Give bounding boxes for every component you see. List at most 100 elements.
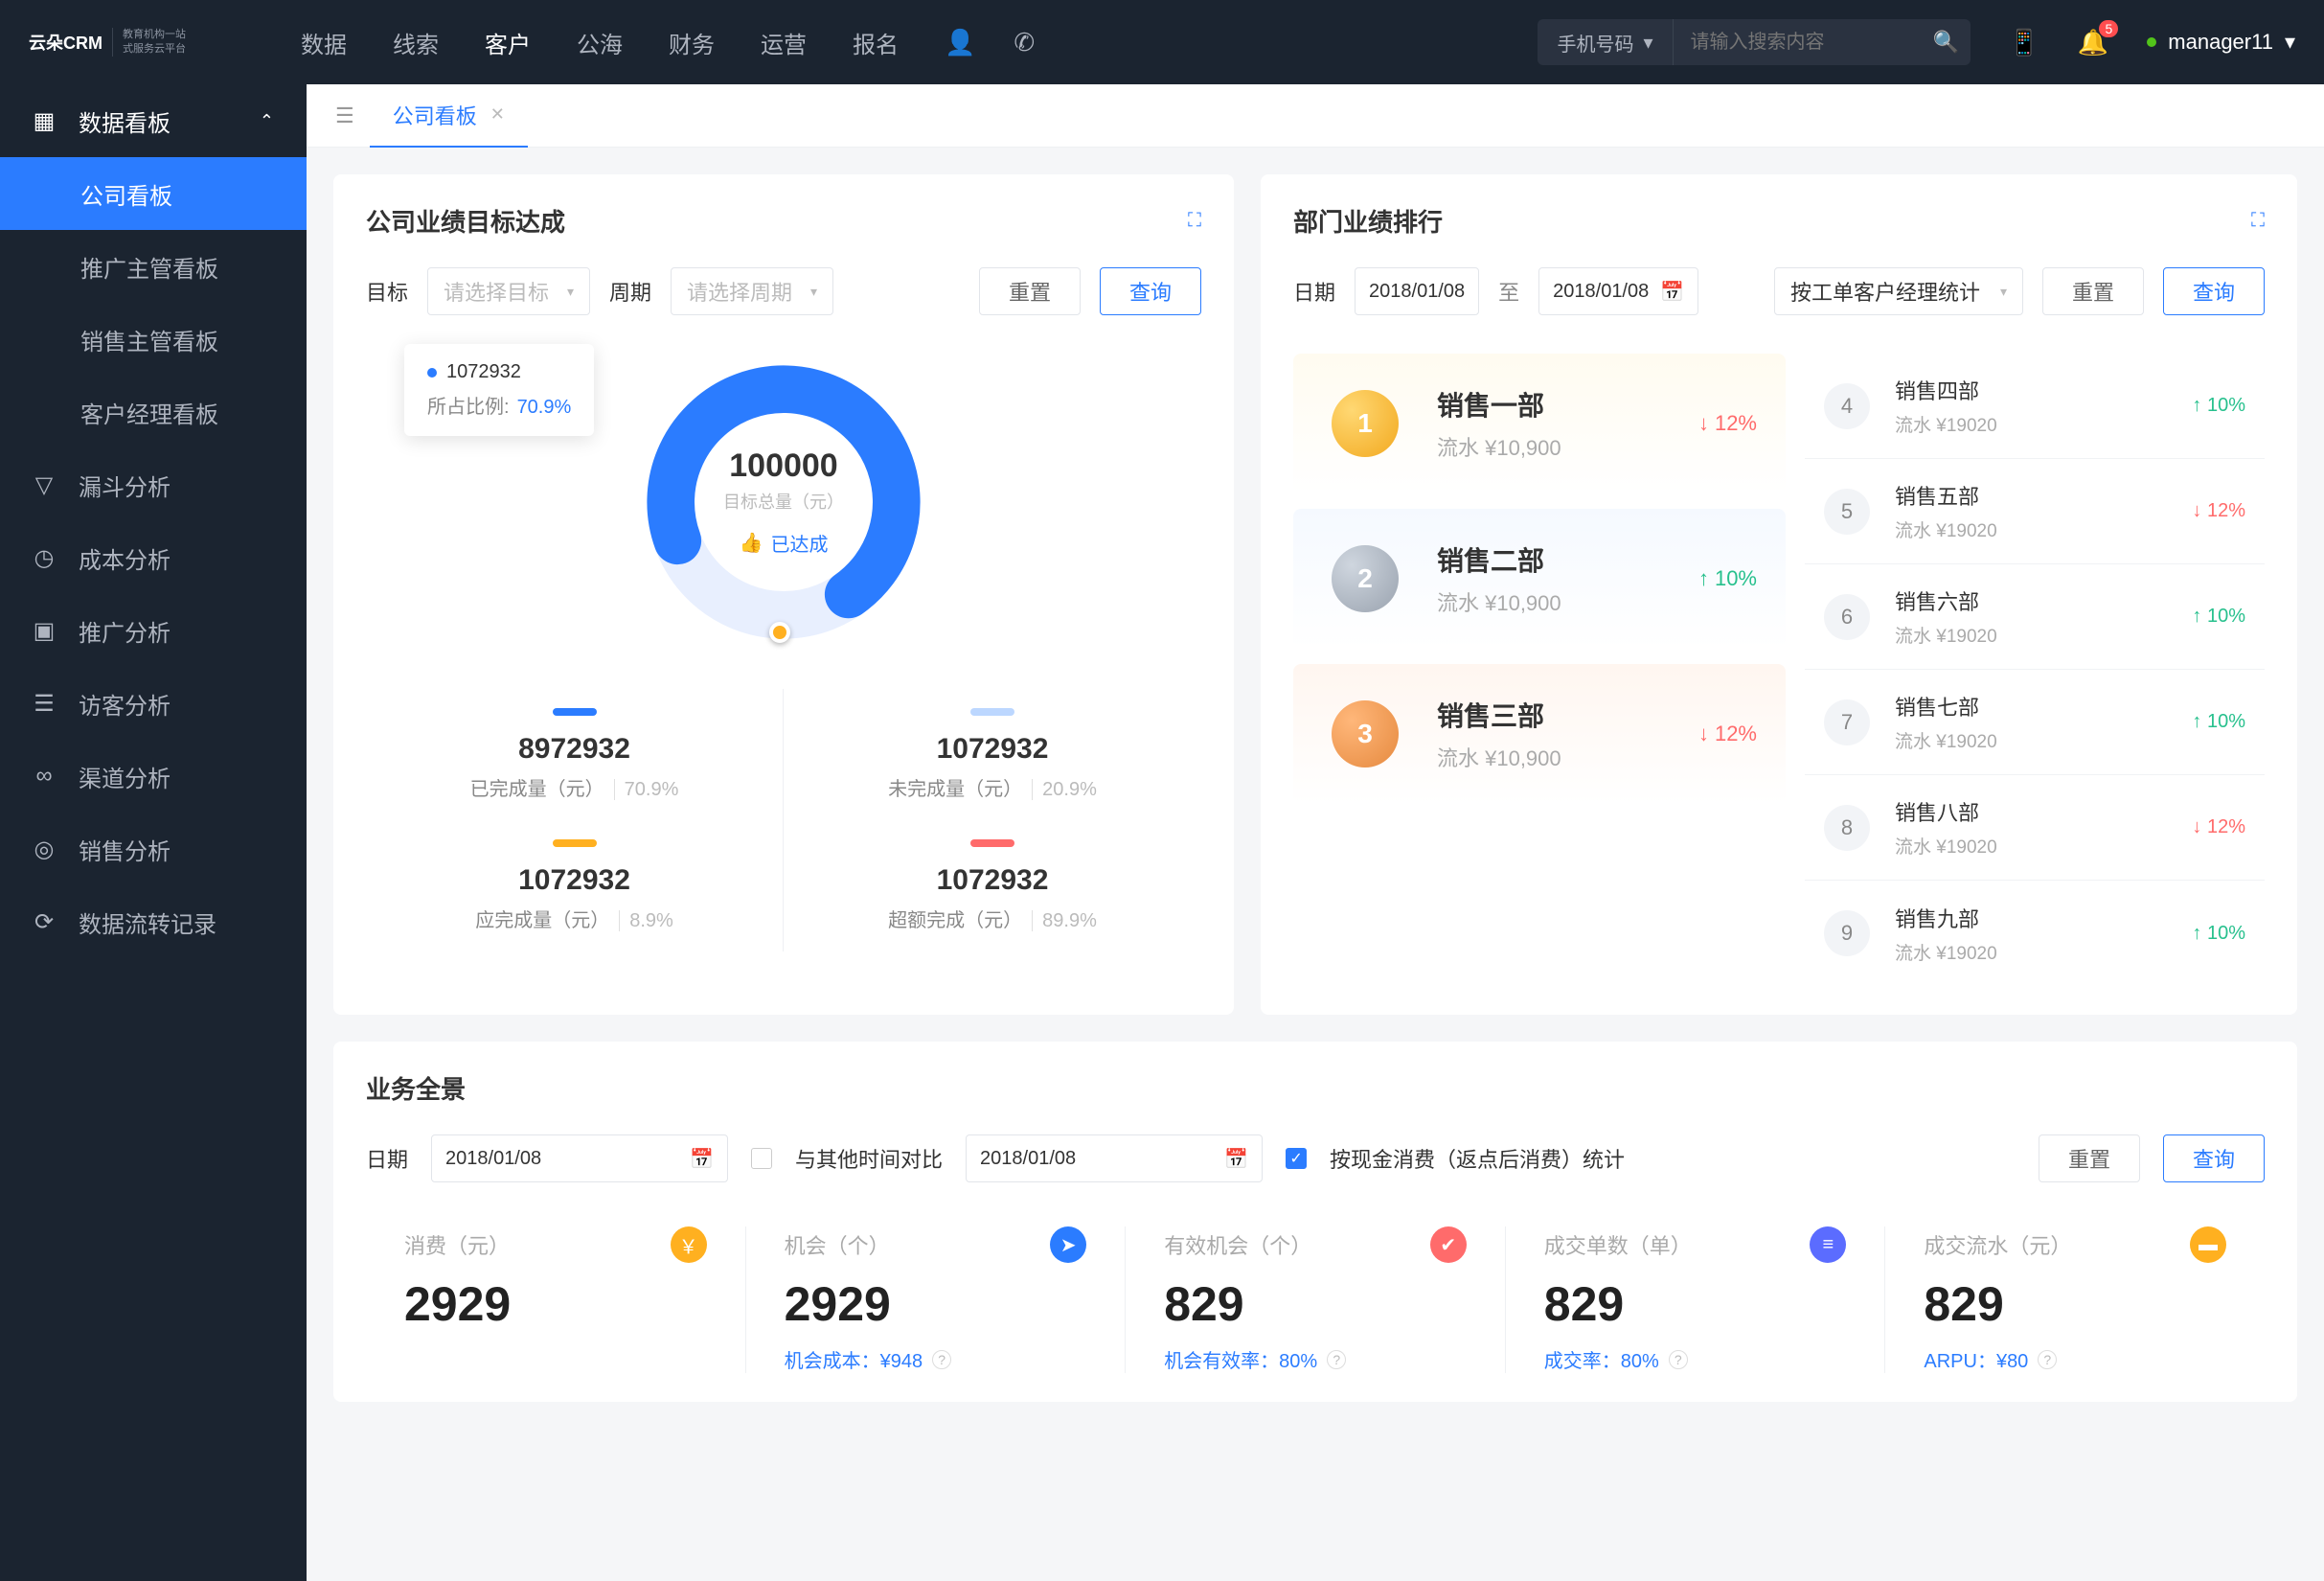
topbar: 云朵CRM 教育机构一站 式服务云平台 数据 线索 客户 公海 财务 运营 报名… bbox=[0, 0, 2324, 84]
reset-button[interactable]: 重置 bbox=[979, 267, 1081, 315]
sidebar: ▦ 数据看板 ⌃ 公司看板 推广主管看板 销售主管看板 客户经理看板 ▽漏斗分析… bbox=[0, 84, 307, 1581]
tab-company-dashboard[interactable]: 公司看板 ✕ bbox=[370, 84, 528, 148]
stats-grid: 8972932 已完成量（元）70.9% 1072932 未完成量（元）20.9… bbox=[366, 689, 1201, 951]
rank-row[interactable]: 9销售九部流水 ¥19020↑ 10% bbox=[1805, 881, 2265, 986]
help-icon[interactable]: ? bbox=[1669, 1350, 1688, 1369]
sidebar-sub-promo-manager[interactable]: 推广主管看板 bbox=[0, 230, 307, 303]
up-icon: ↑ bbox=[2192, 923, 2207, 944]
topbar-right: 📱 🔔 5 manager11 ▾ bbox=[2009, 28, 2295, 57]
sidebar-flow[interactable]: ⟳数据流转记录 bbox=[0, 885, 307, 958]
calendar-icon: 📅 bbox=[1660, 280, 1684, 304]
date-label: 日期 bbox=[1293, 276, 1335, 307]
nav-ops[interactable]: 运营 bbox=[761, 26, 807, 59]
rank-panel: 部门业绩排行 ⛶ 日期 2018/01/08 至 2018/01/08📅 按工单… bbox=[1261, 174, 2297, 1015]
compare-label: 与其他时间对比 bbox=[795, 1143, 943, 1174]
stat-exceeded: 1072932 超额完成（元）89.9% bbox=[784, 820, 1201, 951]
nav-finance[interactable]: 财务 bbox=[669, 26, 715, 59]
rank-card-3[interactable]: 3 销售三部流水 ¥10,900 ↓12% bbox=[1293, 664, 1786, 804]
sidebar-sales[interactable]: ◎销售分析 bbox=[0, 813, 307, 885]
calendar-icon: 📅 bbox=[690, 1147, 714, 1171]
notification-badge: 5 bbox=[2099, 20, 2118, 37]
period-select[interactable]: 请选择周期▾ bbox=[671, 267, 833, 315]
rank-row[interactable]: 6销售六部流水 ¥19020↑ 10% bbox=[1805, 564, 2265, 670]
person-icon[interactable]: 👤 bbox=[945, 28, 975, 57]
calendar-icon: 📅 bbox=[1224, 1147, 1248, 1171]
sidebar-group-dashboard[interactable]: ▦ 数据看板 ⌃ bbox=[0, 84, 307, 157]
compare-checkbox[interactable] bbox=[751, 1148, 772, 1169]
target-label: 目标 bbox=[366, 276, 408, 307]
search-input[interactable] bbox=[1674, 19, 1923, 65]
chevron-down-icon: ▾ bbox=[2285, 30, 2295, 55]
sidebar-promo[interactable]: ▣推广分析 bbox=[0, 594, 307, 667]
search: 手机号码 ▾ 🔍 bbox=[1538, 19, 1970, 65]
sidebar-sub-account-manager[interactable]: 客户经理看板 bbox=[0, 376, 307, 448]
sidebar-channel[interactable]: ∞渠道分析 bbox=[0, 740, 307, 813]
thumbs-up-icon: 👍 bbox=[740, 531, 763, 555]
funnel-icon: ▽ bbox=[33, 471, 56, 499]
help-icon[interactable]: ? bbox=[932, 1350, 951, 1369]
achieved-badge: 👍已达成 bbox=[740, 529, 829, 557]
query-button[interactable]: 查询 bbox=[1100, 267, 1201, 315]
nav-signup[interactable]: 报名 bbox=[853, 26, 899, 59]
groupby-select[interactable]: 按工单客户经理统计▾ bbox=[1774, 267, 2023, 315]
expand-icon[interactable]: ⛶ bbox=[2251, 210, 2265, 232]
nav-customers[interactable]: 客户 bbox=[485, 26, 531, 59]
brand-name: 云朵CRM bbox=[29, 30, 103, 55]
user-menu[interactable]: manager11 ▾ bbox=[2147, 30, 2295, 55]
history-icon: ⟳ bbox=[33, 908, 56, 936]
down-icon: ↓ bbox=[1698, 411, 1709, 436]
reset-button[interactable]: 重置 bbox=[2042, 267, 2144, 315]
rank-card-2[interactable]: 2 销售二部流水 ¥10,900 ↑10% bbox=[1293, 509, 1786, 649]
help-icon[interactable]: ? bbox=[1327, 1350, 1346, 1369]
device-icon[interactable]: 📱 bbox=[2009, 28, 2039, 57]
sidebar-sub-sales-manager[interactable]: 销售主管看板 bbox=[0, 303, 307, 376]
rank-card-1[interactable]: 1 销售一部流水 ¥10,900 ↓12% bbox=[1293, 354, 1786, 493]
expand-icon[interactable]: ⛶ bbox=[1188, 210, 1201, 232]
shield-icon: ✔ bbox=[1430, 1226, 1467, 1263]
reset-button[interactable]: 重置 bbox=[2039, 1134, 2140, 1182]
notifications[interactable]: 🔔 5 bbox=[2078, 28, 2108, 57]
down-icon: ↓ bbox=[2192, 816, 2207, 837]
sidebar-cost[interactable]: ◷成本分析 bbox=[0, 521, 307, 594]
query-button[interactable]: 查询 bbox=[2163, 1134, 2265, 1182]
phone-icon[interactable]: ✆ bbox=[1014, 28, 1035, 57]
up-icon: ↑ bbox=[2192, 711, 2207, 732]
sidebar-visitor[interactable]: ☰访客分析 bbox=[0, 667, 307, 740]
target-select[interactable]: 请选择目标▾ bbox=[427, 267, 590, 315]
cash-checkbox[interactable]: ✓ bbox=[1286, 1148, 1307, 1169]
rank-row[interactable]: 4销售四部流水 ¥19020↑ 10% bbox=[1805, 354, 2265, 459]
compare-date-input[interactable]: 2018/01/08📅 bbox=[966, 1134, 1263, 1182]
query-button[interactable]: 查询 bbox=[2163, 267, 2265, 315]
kpi-spend: 消费（元）￥ 2929 bbox=[366, 1226, 746, 1373]
overview-panel: 业务全景 日期 2018/01/08📅 与其他时间对比 2018/01/08📅 … bbox=[333, 1042, 2297, 1402]
send-icon: ➤ bbox=[1050, 1226, 1086, 1263]
nav-data[interactable]: 数据 bbox=[301, 26, 347, 59]
rank-row[interactable]: 8销售八部流水 ¥19020↓ 12% bbox=[1805, 775, 2265, 881]
tab-label: 公司看板 bbox=[393, 100, 477, 130]
rank-row[interactable]: 5销售五部流水 ¥19020↓ 12% bbox=[1805, 459, 2265, 564]
brand-sub: 教育机构一站 式服务云平台 bbox=[112, 28, 186, 57]
donut-label: 目标总量（元） bbox=[723, 489, 844, 514]
date-from-input[interactable]: 2018/01/08 bbox=[1355, 267, 1479, 315]
date-input[interactable]: 2018/01/08📅 bbox=[431, 1134, 728, 1182]
nav-public[interactable]: 公海 bbox=[577, 26, 623, 59]
rank-row[interactable]: 7销售七部流水 ¥19020↑ 10% bbox=[1805, 670, 2265, 775]
target-icon: ◎ bbox=[33, 836, 56, 863]
date-sep: 至 bbox=[1498, 276, 1519, 307]
overview-title: 业务全景 bbox=[366, 1070, 466, 1106]
silver-medal-icon: 2 bbox=[1322, 536, 1408, 622]
close-icon[interactable]: ✕ bbox=[490, 104, 505, 125]
sidebar-sub-company[interactable]: 公司看板 bbox=[0, 157, 307, 230]
collapse-sidebar-button[interactable]: ☰ bbox=[320, 103, 370, 128]
delta-down: ↓12% bbox=[1698, 411, 1757, 436]
help-icon[interactable]: ? bbox=[2038, 1350, 2057, 1369]
status-dot-icon bbox=[2147, 37, 2156, 47]
sidebar-funnel[interactable]: ▽漏斗分析 bbox=[0, 448, 307, 521]
logo[interactable]: 云朵CRM 教育机构一站 式服务云平台 bbox=[29, 28, 186, 57]
search-button[interactable]: 🔍 bbox=[1923, 30, 1971, 55]
date-to-input[interactable]: 2018/01/08📅 bbox=[1538, 267, 1698, 315]
search-type-select[interactable]: 手机号码 ▾ bbox=[1538, 19, 1673, 65]
nav-leads[interactable]: 线索 bbox=[393, 26, 439, 59]
donut-chart: 100000 目标总量（元） 👍已达成 bbox=[635, 354, 932, 651]
goal-panel: 公司业绩目标达成 ⛶ 目标 请选择目标▾ 周期 请选择周期▾ 重置 查询 bbox=[333, 174, 1234, 1015]
